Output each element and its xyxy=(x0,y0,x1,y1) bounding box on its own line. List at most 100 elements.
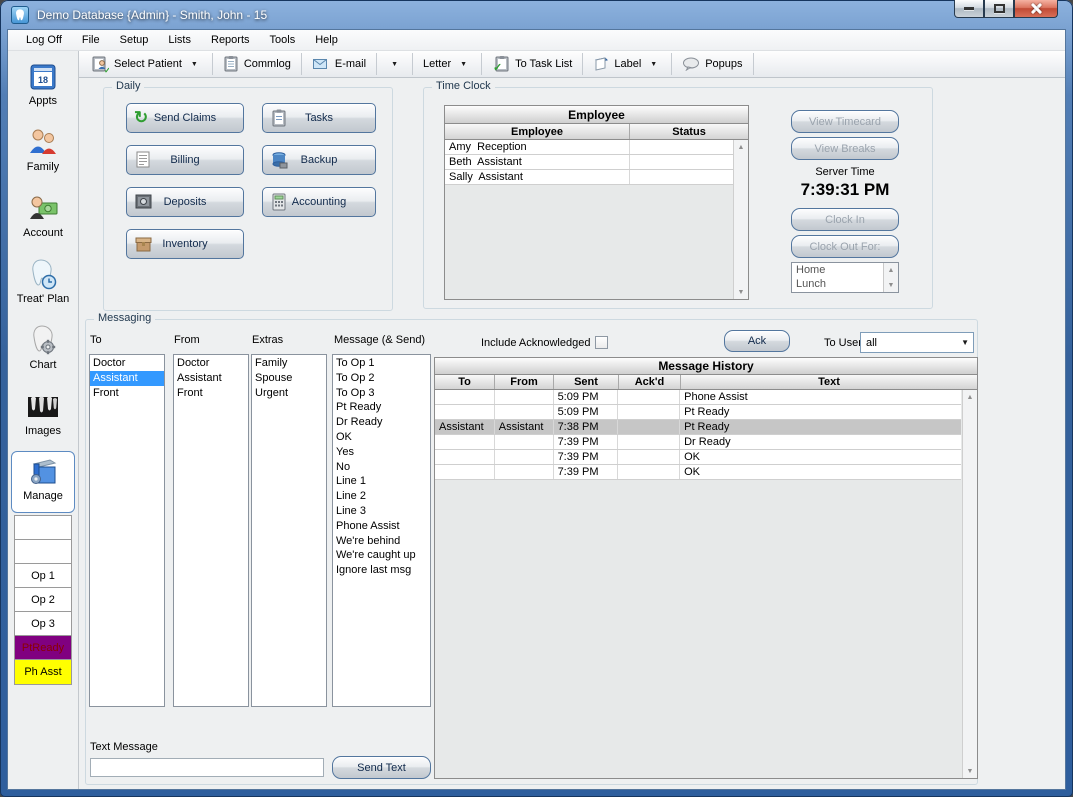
employee-table-scrollbar[interactable]: ▲ ▼ xyxy=(733,140,748,299)
scroll-down-icon[interactable]: ▼ xyxy=(884,278,898,292)
popups-button[interactable]: Popups xyxy=(673,52,751,76)
employee-row[interactable]: Beth Assistant xyxy=(445,155,748,170)
scroll-up-icon[interactable]: ▲ xyxy=(734,140,748,154)
extras-item-spouse[interactable]: Spouse xyxy=(252,371,326,386)
clock-out-for-button[interactable]: Clock Out For: xyxy=(791,235,899,258)
history-from xyxy=(495,450,554,464)
text-message-input[interactable] xyxy=(90,758,324,777)
history-row[interactable]: 5:09 PM Pt Ready xyxy=(435,405,961,420)
extras-item-family[interactable]: Family xyxy=(252,356,326,371)
message-item[interactable]: Dr Ready xyxy=(333,415,430,430)
scroll-up-icon[interactable]: ▲ xyxy=(963,390,977,404)
message-item[interactable]: OK xyxy=(333,430,430,445)
ackd-column-header: Ack'd xyxy=(619,375,681,389)
to-user-label: To User xyxy=(824,337,862,349)
employee-table-header: Employee Status xyxy=(445,124,748,140)
chevron-down-icon: ▼ xyxy=(187,61,202,68)
close-button[interactable] xyxy=(1014,0,1058,18)
label-button[interactable]: Label ▼ xyxy=(584,52,670,76)
maximize-button[interactable] xyxy=(984,0,1014,18)
menu-log-off[interactable]: Log Off xyxy=(16,31,72,49)
send-text-button[interactable]: Send Text xyxy=(332,756,431,779)
op-cell-empty-2[interactable] xyxy=(15,540,71,564)
sidebar-item-treat-plan[interactable]: Treat' Plan xyxy=(11,255,75,317)
scroll-up-icon[interactable]: ▲ xyxy=(884,263,898,277)
from-item-assistant[interactable]: Assistant xyxy=(174,371,248,386)
backup-button[interactable]: Backup xyxy=(262,145,376,175)
employee-row[interactable]: Amy Reception xyxy=(445,140,748,155)
sidebar-item-manage[interactable]: Manage xyxy=(11,451,75,513)
clock-out-options-list[interactable]: Home Lunch ▲ ▼ xyxy=(791,262,899,293)
message-item[interactable]: To Op 2 xyxy=(333,371,430,386)
to-item-front[interactable]: Front xyxy=(90,386,164,401)
view-breaks-button[interactable]: View Breaks xyxy=(791,137,899,160)
message-history-scrollbar[interactable]: ▲ ▼ xyxy=(962,390,977,778)
sidebar-item-chart[interactable]: Chart xyxy=(11,321,75,383)
backup-label: Backup xyxy=(301,154,338,166)
menu-help[interactable]: Help xyxy=(305,31,348,49)
history-row-selected[interactable]: Assistant Assistant 7:38 PM Pt Ready xyxy=(435,420,961,435)
message-item[interactable]: Line 1 xyxy=(333,474,430,489)
history-row[interactable]: 7:39 PM OK xyxy=(435,465,961,480)
title-bar[interactable]: Demo Database {Admin} - Smith, John - 15 xyxy=(0,0,1073,29)
op-cell-op1[interactable]: Op 1 xyxy=(15,564,71,588)
menu-reports[interactable]: Reports xyxy=(201,31,260,49)
from-item-front[interactable]: Front xyxy=(174,386,248,401)
employee-status xyxy=(630,170,733,184)
message-item[interactable]: Ignore last msg xyxy=(333,563,430,578)
commlog-button[interactable]: Commlog xyxy=(214,52,300,76)
op-cell-empty-1[interactable] xyxy=(15,516,71,540)
message-item[interactable]: Phone Assist xyxy=(333,519,430,534)
message-item[interactable]: No xyxy=(333,460,430,475)
letter-button[interactable]: Letter ▼ xyxy=(414,52,480,76)
message-item[interactable]: We're caught up xyxy=(333,548,430,563)
to-task-list-button[interactable]: ✓ To Task List xyxy=(483,52,581,76)
message-item[interactable]: We're behind xyxy=(333,534,430,549)
ack-button[interactable]: Ack xyxy=(724,330,790,352)
view-timecard-button[interactable]: View Timecard xyxy=(791,110,899,133)
to-item-doctor[interactable]: Doctor xyxy=(90,356,164,371)
message-item[interactable]: Yes xyxy=(333,445,430,460)
employee-row[interactable]: Sally Assistant xyxy=(445,170,748,185)
sidebar-item-appts[interactable]: 18 Appts xyxy=(11,57,75,119)
from-item-doctor[interactable]: Doctor xyxy=(174,356,248,371)
menu-file[interactable]: File xyxy=(72,31,110,49)
deposits-button[interactable]: Deposits xyxy=(126,187,244,217)
message-item[interactable]: To Op 3 xyxy=(333,386,430,401)
email-button[interactable]: E-mail xyxy=(303,52,375,76)
inventory-button[interactable]: Inventory xyxy=(126,229,244,259)
select-patient-button[interactable]: ✓ Select Patient ▼ xyxy=(82,52,211,76)
to-item-assistant[interactable]: Assistant xyxy=(90,371,164,386)
message-item[interactable]: Line 2 xyxy=(333,489,430,504)
tasks-button[interactable]: Tasks xyxy=(262,103,376,133)
send-claims-button[interactable]: ↻ Send Claims xyxy=(126,103,244,133)
sidebar-item-account[interactable]: Account xyxy=(11,189,75,251)
history-row[interactable]: 7:39 PM Dr Ready xyxy=(435,435,961,450)
sidebar-item-family[interactable]: Family xyxy=(11,123,75,185)
op-cell-op3[interactable]: Op 3 xyxy=(15,612,71,636)
sidebar-item-label: Manage xyxy=(23,490,63,502)
history-row[interactable]: 7:39 PM OK xyxy=(435,450,961,465)
message-item[interactable]: Pt Ready xyxy=(333,400,430,415)
menu-lists[interactable]: Lists xyxy=(158,31,201,49)
to-user-dropdown[interactable]: all ▼ xyxy=(860,332,974,353)
op-cell-ptready[interactable]: PtReady xyxy=(15,636,71,660)
clock-out-list-scrollbar[interactable]: ▲ ▼ xyxy=(883,263,898,292)
menu-tools[interactable]: Tools xyxy=(260,31,306,49)
message-item[interactable]: To Op 1 xyxy=(333,356,430,371)
scroll-down-icon[interactable]: ▼ xyxy=(734,285,748,299)
sidebar-item-images[interactable]: Images xyxy=(11,387,75,449)
extras-item-urgent[interactable]: Urgent xyxy=(252,386,326,401)
billing-button[interactable]: Billing xyxy=(126,145,244,175)
op-cell-op2[interactable]: Op 2 xyxy=(15,588,71,612)
op-cell-phasst[interactable]: Ph Asst xyxy=(15,660,71,684)
include-acknowledged-checkbox[interactable] xyxy=(595,336,608,349)
menu-setup[interactable]: Setup xyxy=(110,31,159,49)
accounting-button[interactable]: Accounting xyxy=(262,187,376,217)
email-dropdown-button[interactable]: ▼ xyxy=(378,52,411,76)
message-item[interactable]: Line 3 xyxy=(333,504,430,519)
scroll-down-icon[interactable]: ▼ xyxy=(963,764,977,778)
history-row[interactable]: 5:09 PM Phone Assist xyxy=(435,390,961,405)
clock-in-button[interactable]: Clock In xyxy=(791,208,899,231)
minimize-button[interactable] xyxy=(954,0,984,18)
